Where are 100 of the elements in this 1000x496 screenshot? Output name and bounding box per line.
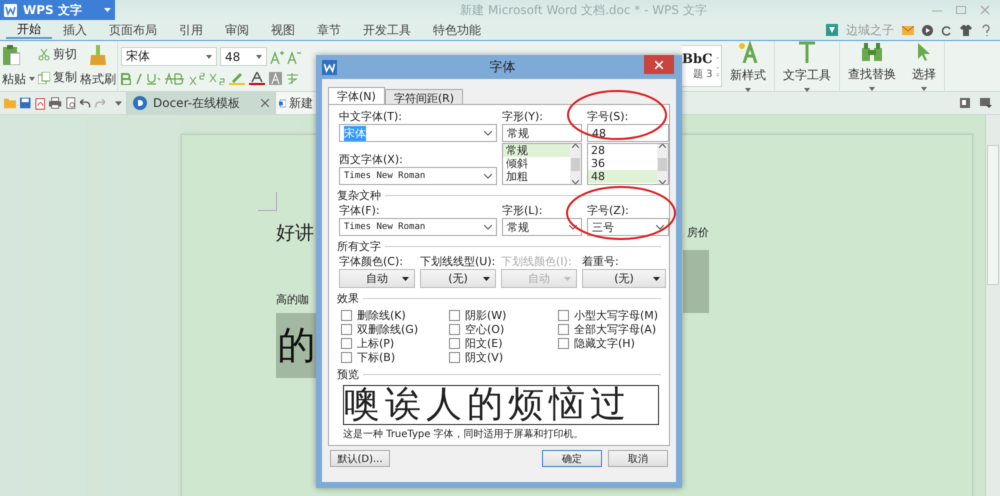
paste-button[interactable]: 粘贴 <box>2 70 35 88</box>
checkbox-box[interactable] <box>449 324 460 334</box>
checkbox[interactable]: 全部大写字母(A) <box>558 322 661 336</box>
w-logo-icon[interactable] <box>4 4 17 16</box>
font-size-field[interactable]: 48 <box>220 47 267 66</box>
checkbox[interactable]: 小型大写字母(M) <box>558 308 661 322</box>
dropdown-field[interactable]: Times New Roman <box>339 218 497 236</box>
checkbox-box[interactable] <box>558 324 569 334</box>
shrink-font-icon[interactable] <box>287 50 301 64</box>
ribbon-tab[interactable]: 审阅 <box>214 20 260 40</box>
ribbon-button[interactable]: 查找替换 <box>842 66 902 90</box>
ribbon-button[interactable]: 文字工具 <box>777 66 837 92</box>
list-scrollbar[interactable] <box>657 144 668 184</box>
copy-button[interactable]: 复制 <box>38 69 77 86</box>
checkbox[interactable]: 阳文(E) <box>449 336 558 350</box>
close-button[interactable] <box>644 55 674 74</box>
panel-menu-icon[interactable] <box>980 98 992 108</box>
chevron-down-icon[interactable] <box>484 224 492 230</box>
undo-icon[interactable] <box>80 98 90 108</box>
cursor-arrow-icon[interactable] <box>917 42 931 62</box>
mail-icon[interactable] <box>902 26 914 34</box>
font-color-icon[interactable] <box>249 72 265 85</box>
dropdown-icon[interactable] <box>115 100 122 106</box>
checkbox-box[interactable] <box>558 338 569 348</box>
dropdown-field[interactable]: 三号 <box>587 218 669 236</box>
ribbon-tab[interactable]: 特色功能 <box>422 20 492 40</box>
dropdown-button[interactable]: (无) <box>420 269 496 288</box>
chevron-down-icon[interactable] <box>484 174 492 178</box>
ribbon-tab[interactable]: 页面布局 <box>98 20 168 40</box>
scroll-up-icon[interactable] <box>659 144 666 148</box>
list-option[interactable]: 36 <box>588 157 657 170</box>
print-preview-icon[interactable] <box>66 96 76 110</box>
ribbon-button[interactable]: 新样式 <box>724 66 772 92</box>
checkbox[interactable]: 空心(O) <box>449 322 558 336</box>
option-list[interactable]: 28 36 48 <box>587 143 669 185</box>
chevron-down-icon[interactable] <box>484 130 492 136</box>
ribbon-tab[interactable]: 插入 <box>52 20 98 40</box>
styles-gallery[interactable]: BbC 题 3 <box>682 45 722 87</box>
format-painter-button[interactable]: 格式刷 <box>80 70 116 88</box>
ribbon-button[interactable]: 选择 <box>906 66 942 90</box>
checkbox-box[interactable] <box>341 310 352 320</box>
checkbox[interactable]: 下标(B) <box>341 350 449 364</box>
option-list[interactable]: 常规 倾斜 加粗 <box>502 143 582 185</box>
checkbox[interactable]: 双删除线(G) <box>341 322 449 336</box>
ribbon-tab[interactable]: 章节 <box>306 20 352 40</box>
binoculars-icon[interactable] <box>861 42 883 62</box>
dialog-tab[interactable]: 字体(N) <box>328 87 385 104</box>
checkbox[interactable]: 阴文(V) <box>449 350 558 364</box>
broom-icon[interactable] <box>90 44 106 64</box>
checkbox[interactable]: 阴影(W) <box>449 308 558 322</box>
paste-icon[interactable] <box>2 44 20 64</box>
dropdown-field[interactable]: 常规 <box>502 218 582 236</box>
list-scrollbar[interactable] <box>570 144 581 184</box>
maximize-icon[interactable] <box>956 5 966 15</box>
pdf-icon[interactable] <box>34 96 46 110</box>
phonetic-icon[interactable] <box>286 72 299 85</box>
sparkle-letter-icon[interactable] <box>737 40 759 62</box>
help-icon[interactable] <box>980 24 992 36</box>
triangle-down-icon[interactable] <box>483 276 490 280</box>
close-icon[interactable] <box>261 99 269 107</box>
checkbox-box[interactable] <box>558 310 569 320</box>
checkbox-box[interactable] <box>449 352 460 362</box>
checkbox[interactable]: 上标(P) <box>341 336 449 350</box>
scissors-icon[interactable] <box>38 48 50 60</box>
list-option[interactable]: 48 <box>588 170 657 183</box>
print-icon[interactable] <box>49 97 62 109</box>
checkbox[interactable]: 删除线(K) <box>341 308 449 322</box>
w-logo-icon[interactable] <box>322 60 337 74</box>
dropdown-button[interactable]: (无) <box>582 269 666 288</box>
refresh-icon[interactable] <box>941 24 952 36</box>
document-tab[interactable]: Docer-在线模板 <box>126 92 275 114</box>
font-name-field[interactable]: 宋体 <box>121 47 217 66</box>
checkbox-box[interactable] <box>341 324 352 334</box>
superscript-icon[interactable] <box>189 72 205 84</box>
dropdown-button[interactable]: 自动 <box>339 269 415 288</box>
dropdown-field[interactable]: Times New Roman <box>339 167 497 185</box>
redo-icon[interactable] <box>94 98 105 108</box>
italic-icon[interactable] <box>135 72 143 84</box>
panel-icon[interactable] <box>960 98 970 108</box>
list-option[interactable]: 常规 <box>503 144 570 157</box>
docer-icon[interactable] <box>133 96 147 110</box>
bold-icon[interactable] <box>121 72 131 84</box>
strikethrough-icon[interactable] <box>165 72 185 84</box>
vertical-scrollbar[interactable] <box>985 115 1000 496</box>
triangle-down-icon[interactable] <box>402 276 409 280</box>
save-icon[interactable] <box>20 97 31 109</box>
checkbox-box[interactable] <box>449 338 460 348</box>
ribbon-tab[interactable]: 视图 <box>260 20 306 40</box>
app-menu-button[interactable]: WPS 文字 <box>0 0 115 20</box>
chevron-down-icon[interactable] <box>656 224 664 230</box>
dialog-button[interactable]: 默认(D)... <box>330 450 390 467</box>
play-icon[interactable] <box>922 24 933 36</box>
dialog-tab[interactable]: 字符间距(R) <box>384 89 464 104</box>
checkbox[interactable]: 隐藏文字(H) <box>558 336 661 350</box>
scroll-down-icon[interactable] <box>659 180 666 184</box>
checkbox-box[interactable] <box>449 310 460 320</box>
document-tab[interactable]: 新建 <box>275 92 316 114</box>
chevron-down-icon[interactable] <box>569 224 577 230</box>
list-option[interactable]: 28 <box>588 144 657 157</box>
list-option[interactable]: 加粗 <box>503 170 570 183</box>
